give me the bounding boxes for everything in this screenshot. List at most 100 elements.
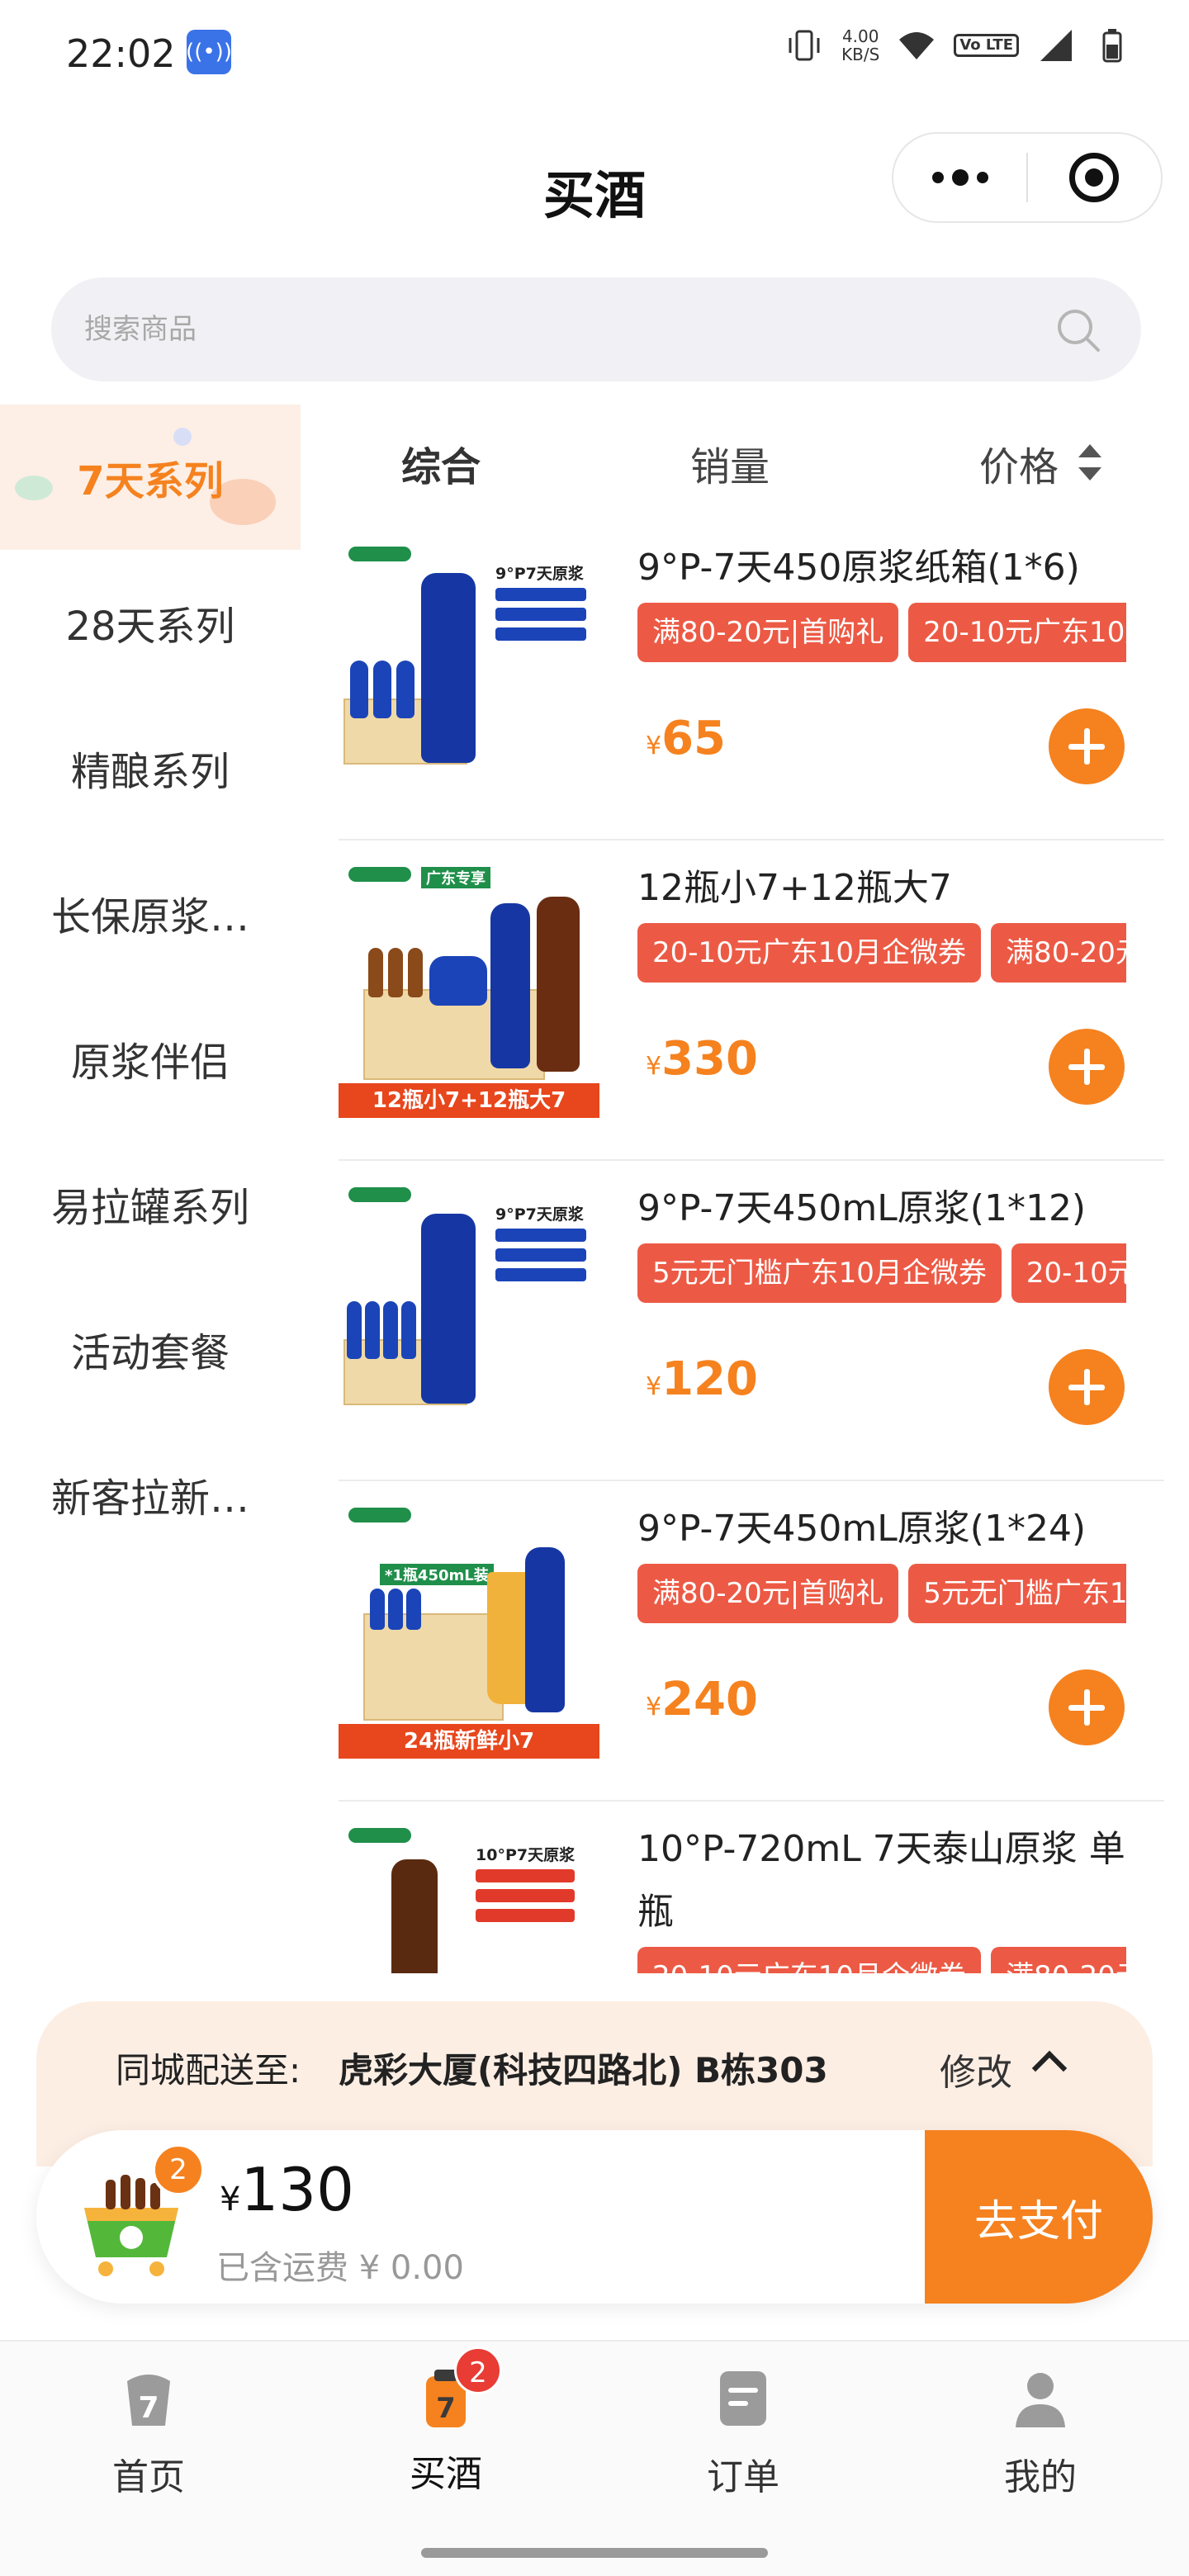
product-price: ¥65: [646, 712, 726, 765]
tab-label: 买酒: [410, 2453, 482, 2495]
add-to-cart-button[interactable]: [1049, 1669, 1125, 1745]
add-to-cart-button[interactable]: [1049, 708, 1125, 784]
sidebar-item-label: 28天系列: [65, 604, 235, 650]
sidebar-item-label: 新客拉新…: [50, 1475, 249, 1522]
product-tags: 5元无门槛广东10月企微券20-10元广东10月企微券: [637, 1243, 1126, 1308]
sidebar-item-label: 7天系列: [77, 458, 224, 504]
sort-sales[interactable]: 销量: [690, 434, 770, 492]
product-card[interactable]: *1瓶450mL装 24瓶新鲜小7 9°P-7天450mL原浆(1*24) 满8…: [339, 1481, 1164, 1802]
sidebar-item-long-shelf[interactable]: 长保原浆…: [0, 841, 301, 986]
search-icon[interactable]: [1054, 305, 1103, 355]
product-tags: 20-10元广东10月企微券满80-20元|首购礼: [637, 923, 1126, 987]
currency-symbol: ¥: [220, 2181, 241, 2218]
status-time: 22:02: [66, 31, 176, 76]
sidebar-item-label: 活动套餐: [70, 1330, 230, 1376]
product-tags: 满80-20元|首购礼20-10元广东10月企微券: [637, 603, 1126, 667]
pay-button[interactable]: 去支付: [925, 2130, 1153, 2304]
image-label: 广东专享: [421, 867, 490, 888]
promo-tag: 5元无门槛广东10月企微券: [637, 1243, 1002, 1303]
network-speed-unit: KB/S: [841, 45, 880, 64]
currency-symbol: ¥: [646, 1372, 662, 1401]
sidebar-item-7day[interactable]: 7天系列: [0, 405, 301, 550]
modify-address-button[interactable]: 修改: [940, 2043, 1012, 2095]
tab-buy[interactable]: 7 2 买酒: [297, 2346, 594, 2497]
product-card[interactable]: 9°P7天原浆 9°P-7天450原浆纸箱(1*6) 满80-20元|首购礼 20…: [339, 520, 1164, 841]
profile-icon: [1016, 2373, 1065, 2427]
shipping-note: 已含运费 ¥ 0.00: [216, 2249, 464, 2287]
vibrate-icon: [789, 30, 820, 61]
price-value: 330: [661, 1032, 758, 1086]
product-tags: 20-10元广东10月企微券满80-20元|首购礼: [637, 1947, 1126, 1973]
promo-tag: 20-10元广东10月企微券: [908, 603, 1126, 662]
promo-tag: 20-10元广东10月企微券: [637, 1947, 982, 1973]
sidebar-item-cans[interactable]: 易拉罐系列: [0, 1131, 301, 1276]
product-name: 12瓶小7+12瓶大7: [637, 867, 952, 909]
product-list: 9°P7天原浆 9°P-7天450原浆纸箱(1*6) 满80-20元|首购礼 20…: [339, 520, 1164, 1973]
promo-tag: 满80-20元|首购礼: [991, 923, 1126, 983]
network-speed-value: 4.00: [841, 26, 879, 46]
product-price: ¥240: [646, 1673, 758, 1726]
tab-orders[interactable]: 订单: [594, 2363, 892, 2500]
category-sidebar: 7天系列 28天系列 精酿系列 长保原浆… 原浆伴侣 易拉罐系列 活动套餐 新客…: [0, 405, 301, 1567]
product-image: 10°P7天原浆: [339, 1818, 599, 1973]
target-icon[interactable]: [1028, 134, 1161, 221]
search-input[interactable]: [84, 277, 1042, 381]
sidebar-item-28day[interactable]: 28天系列: [0, 550, 301, 695]
chevron-up-icon[interactable]: [1031, 2050, 1068, 2086]
product-price: ¥330: [646, 1032, 758, 1086]
promo-tag: 满80-20元|首购礼: [991, 1947, 1126, 1973]
sort-comprehensive[interactable]: 综合: [401, 434, 481, 492]
price-value: 240: [661, 1673, 758, 1726]
promo-tag: 满80-20元|首购礼: [637, 603, 899, 662]
product-card[interactable]: 9°P7天原浆 9°P-7天450mL原浆(1*12) 5元无门槛广东10月企微…: [339, 1161, 1164, 1481]
checkout-bar: 2 ¥130 已含运费 ¥ 0.00 去支付: [36, 2130, 1153, 2304]
home-icon: 7: [127, 2375, 170, 2426]
sort-toggle-icon[interactable]: [1073, 439, 1106, 485]
order-icon: [720, 2371, 766, 2426]
sort-price[interactable]: 价格: [979, 434, 1059, 492]
sidebar-item-new-customer[interactable]: 新客拉新…: [0, 1422, 301, 1567]
tab-badge: 2: [454, 2346, 502, 2394]
sort-bar: 综合 销量 价格: [330, 405, 1164, 520]
product-image: *1瓶450mL装 24瓶新鲜小7: [339, 1498, 599, 1759]
promo-tag: 满80-20元|首购礼: [637, 1564, 899, 1623]
page-header: 买酒: [0, 124, 1189, 248]
product-price: ¥120: [646, 1352, 758, 1406]
promo-tag: 20-10元广东10月企微券: [1011, 1243, 1126, 1303]
tab-label: 首页: [112, 2456, 185, 2498]
cart-count-badge: 2: [152, 2143, 205, 2196]
image-label: *1瓶450mL装: [380, 1564, 494, 1585]
home-indicator[interactable]: [421, 2548, 768, 2558]
add-to-cart-button[interactable]: [1049, 1029, 1125, 1105]
buy-icon: 7 2: [411, 2346, 502, 2432]
sidebar-item-companion[interactable]: 原浆伴侣: [0, 986, 301, 1131]
svg-text:7: 7: [138, 2391, 159, 2425]
delivery-label: 同城配送至:: [116, 2050, 301, 2091]
tab-profile[interactable]: 我的: [892, 2363, 1189, 2500]
sidebar-item-bundles[interactable]: 活动套餐: [0, 1276, 301, 1422]
cart-total: ¥130: [220, 2155, 354, 2224]
sidebar-item-label: 原浆伴侣: [70, 1039, 230, 1086]
product-card[interactable]: 10°P7天原浆 10°P-720mL 7天泰山原浆 单瓶 20-10元广东10…: [339, 1802, 1164, 1973]
delivery-address: 虎彩大厦(科技四路北) B栋303: [339, 2050, 828, 2091]
product-card[interactable]: 广东专享 12瓶小7+12瓶大7 12瓶小7+12瓶大7 20-10元广东10月…: [339, 841, 1164, 1161]
product-name: 10°P-720mL 7天泰山原浆 单瓶: [637, 1828, 1125, 1933]
product-image: 9°P7天原浆: [339, 537, 599, 798]
product-image: 9°P7天原浆: [339, 1177, 599, 1438]
add-to-cart-button[interactable]: [1049, 1349, 1125, 1425]
search-bar: [51, 277, 1141, 381]
more-icon[interactable]: [893, 134, 1026, 221]
image-banner: 24瓶新鲜小7: [339, 1724, 599, 1759]
currency-symbol: ¥: [646, 1052, 662, 1081]
tab-label: 订单: [707, 2456, 779, 2498]
currency-symbol: ¥: [646, 1693, 662, 1721]
network-speed: 4.00 KB/S: [841, 27, 879, 64]
sidebar-item-craft[interactable]: 精酿系列: [0, 695, 301, 841]
price-value: 120: [661, 1352, 758, 1406]
tab-home[interactable]: 7 首页: [0, 2363, 297, 2500]
volte-badge: Vo LTE: [954, 34, 1019, 57]
promo-tag: 20-10元广东10月企微券: [637, 923, 982, 983]
promo-tag: 5元无门槛广东10月企微券: [908, 1564, 1126, 1623]
signal-icon: [1040, 30, 1072, 61]
status-icons: 4.00 KB/S Vo LTE: [785, 26, 1131, 64]
